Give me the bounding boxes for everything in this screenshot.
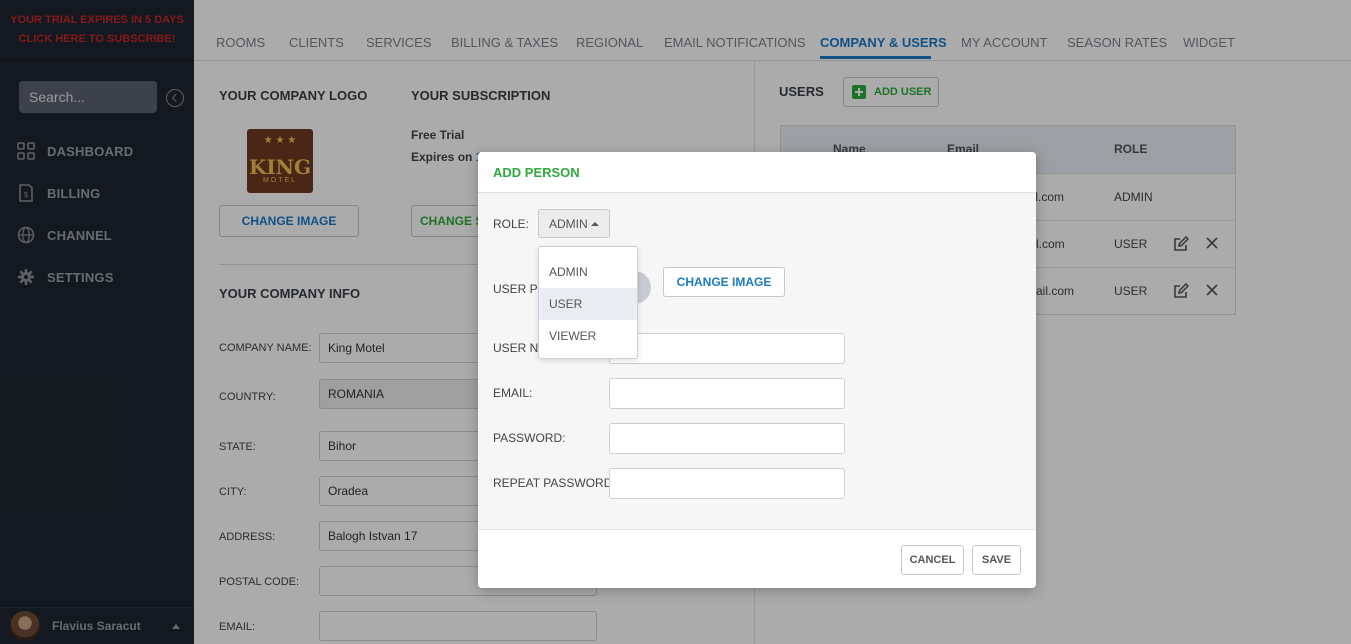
repeat-password-field[interactable] [609, 468, 845, 499]
modal-title: ADD PERSON [493, 164, 580, 180]
role-option-viewer[interactable]: VIEWER [539, 320, 637, 352]
add-person-modal: ADD PERSON ROLE: ADMIN USER PH CHANGE IM… [478, 152, 1036, 588]
change-photo-button[interactable]: CHANGE IMAGE [663, 267, 785, 297]
modal-footer: CANCEL SAVE [478, 529, 1036, 588]
role-option-user[interactable]: USER [539, 288, 637, 320]
caret-up-icon [591, 222, 599, 226]
role-option-admin[interactable]: ADMIN [539, 256, 637, 288]
email-field[interactable] [609, 378, 845, 409]
password-label: PASSWORD: [493, 431, 566, 445]
role-label: ROLE: [493, 217, 530, 231]
username-field[interactable] [609, 333, 845, 364]
role-dropdown: ADMIN USER VIEWER [538, 246, 638, 359]
password-field[interactable] [609, 423, 845, 454]
email-label: EMAIL: [493, 386, 533, 400]
save-button[interactable]: SAVE [972, 545, 1021, 575]
modal-header: ADD PERSON [478, 152, 1036, 193]
role-select[interactable]: ADMIN [538, 209, 610, 238]
role-selected-value: ADMIN [549, 216, 588, 231]
cancel-button[interactable]: CANCEL [901, 545, 964, 575]
repeat-password-label: REPEAT PASSWORD: [493, 476, 616, 490]
